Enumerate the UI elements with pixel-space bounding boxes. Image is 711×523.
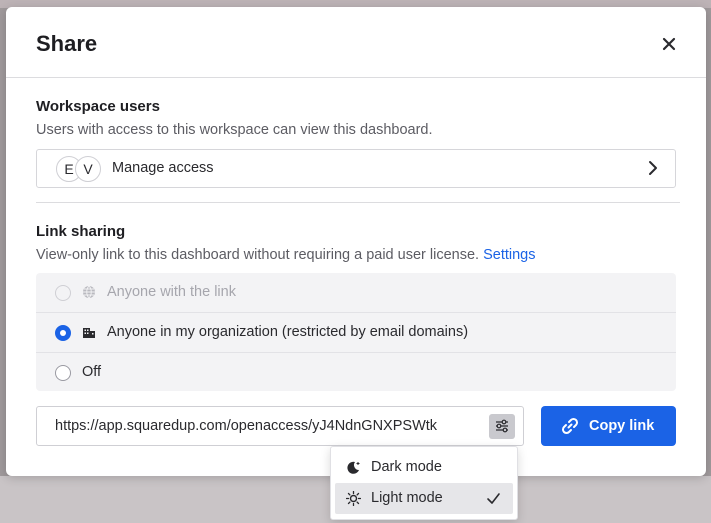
check-icon [487,493,500,504]
close-icon [662,37,676,51]
option-label: Anyone in my organization (restricted by… [107,324,469,340]
radio-button[interactable] [55,285,71,301]
manage-access-label: Manage access [112,160,214,176]
settings-link[interactable]: Settings [483,247,535,263]
link-sharing-description-text: View-only link to this dashboard without… [36,247,480,263]
link-icon [561,417,579,435]
moon-icon [347,461,360,474]
link-sharing-heading: Link sharing [36,223,126,240]
sun-icon [346,491,361,506]
dialog-header: Share [6,7,706,78]
building-icon [83,328,95,338]
sliders-icon [496,419,508,433]
theme-menu: Dark mode Light mode [330,446,518,520]
theme-options-button[interactable] [489,414,515,439]
option-label: Off [82,364,102,380]
radio-button[interactable] [55,365,71,381]
share-url-input[interactable] [55,407,467,445]
menu-item-label: Light mode [371,490,443,506]
menu-item-dark-mode[interactable]: Dark mode [335,452,513,483]
link-sharing-options: Anyone with the link Anyone in my organi… [36,273,676,391]
link-sharing-description: View-only link to this dashboard without… [36,247,535,263]
copy-link-label: Copy link [589,418,655,434]
menu-item-label: Dark mode [371,459,442,475]
manage-access-row[interactable]: E V Manage access [36,149,676,188]
chevron-right-icon [649,161,657,175]
section-divider [36,202,680,203]
workspace-users-description: Users with access to this workspace can … [36,122,433,138]
copy-link-button[interactable]: Copy link [541,406,676,446]
dialog-title: Share [36,31,98,56]
option-label: Anyone with the link [107,284,236,300]
menu-item-light-mode[interactable]: Light mode [335,483,513,514]
option-anyone-with-link[interactable]: Anyone with the link [36,273,676,312]
close-button[interactable] [656,31,682,57]
workspace-users-heading: Workspace users [36,98,160,115]
avatar: V [75,156,101,182]
share-dialog: Share Workspace users Users with access … [6,7,706,476]
radio-button[interactable] [55,325,71,341]
share-url-field [36,406,524,446]
option-off[interactable]: Off [36,352,676,392]
globe-icon [83,285,95,299]
option-anyone-in-organization[interactable]: Anyone in my organization (restricted by… [36,312,676,352]
